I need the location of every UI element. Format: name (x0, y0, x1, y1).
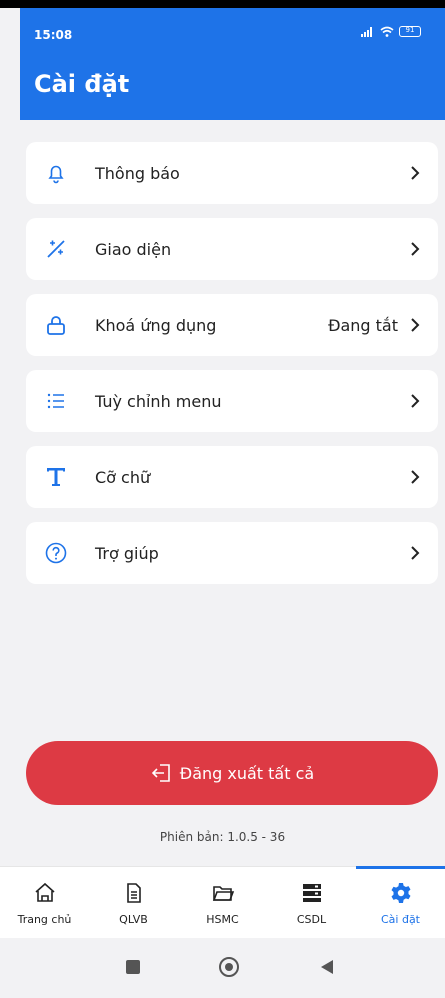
font-size-icon (44, 465, 68, 489)
settings-item-label: Tuỳ chỉnh menu (95, 392, 222, 411)
recents-button[interactable] (126, 960, 140, 974)
database-icon (300, 881, 324, 905)
battery-level: 91 (405, 26, 415, 34)
settings-item-label: Giao diện (95, 240, 172, 259)
document-icon (122, 881, 146, 905)
bell-icon (44, 161, 68, 185)
settings-item-app-lock[interactable]: Khoá ứng dụng Đang tắt (26, 294, 438, 356)
tab-label: Trang chủ (17, 913, 72, 926)
tab-home[interactable]: Trang chủ (0, 867, 89, 939)
wifi-icon (380, 26, 394, 37)
tab-qlvb[interactable]: QLVB (89, 867, 178, 939)
settings-item-label: Thông báo (95, 164, 180, 183)
settings-screen: 15:08 91 Cài đặt Thông báo Giao diện Kho… (0, 0, 445, 998)
tab-label: Cài đặt (380, 913, 420, 926)
settings-item-font-size[interactable]: Cỡ chữ (26, 446, 438, 508)
logout-label: Đăng xuất tất cả (179, 763, 315, 783)
back-button[interactable] (321, 960, 333, 974)
battery-icon: 91 (399, 26, 421, 37)
list-icon (44, 389, 68, 413)
home-nav-dot (225, 963, 233, 971)
settings-item-label: Khoá ứng dụng (95, 316, 217, 335)
tab-hsmc[interactable]: HSMC (178, 867, 267, 939)
version-text: Phiên bản: 1.0.5 - 36 (159, 830, 286, 844)
tab-csdl[interactable]: CSDL (267, 867, 356, 939)
settings-item-label: Trợ giúp (95, 544, 159, 563)
chevron-right-icon (411, 546, 420, 560)
bottom-tab-bar: Trang chủ QLVB HSMC CSDL Cài đặt (0, 866, 445, 938)
settings-item-notifications[interactable]: Thông báo (26, 142, 438, 204)
theme-icon (44, 237, 68, 261)
system-nav-bar (0, 938, 445, 998)
tab-label: HSMC (206, 913, 239, 926)
settings-item-label: Cỡ chữ (95, 468, 151, 487)
logout-icon (151, 764, 170, 782)
page-title: Cài đặt (34, 70, 130, 98)
chevron-right-icon (411, 166, 420, 180)
status-icons: 91 (361, 26, 421, 37)
gear-icon (389, 881, 413, 905)
folder-icon (211, 881, 235, 905)
signal-icon (361, 26, 372, 37)
top-frame (0, 0, 445, 8)
logout-all-button[interactable]: Đăng xuất tất cả (26, 741, 438, 805)
home-nav-button[interactable] (219, 957, 239, 977)
help-icon (44, 541, 68, 565)
chevron-right-icon (411, 470, 420, 484)
chevron-right-icon (411, 242, 420, 256)
chevron-right-icon (411, 394, 420, 408)
settings-item-value: Đang tắt (328, 316, 398, 335)
app-header: 15:08 91 Cài đặt (20, 8, 445, 120)
settings-item-theme[interactable]: Giao diện (26, 218, 438, 280)
tab-label: QLVB (119, 913, 148, 926)
lock-icon (44, 313, 68, 337)
settings-item-custom-menu[interactable]: Tuỳ chỉnh menu (26, 370, 438, 432)
chevron-right-icon (411, 318, 420, 332)
status-time: 15:08 (34, 28, 73, 42)
tab-settings[interactable]: Cài đặt (356, 866, 445, 939)
home-icon (33, 881, 57, 905)
settings-item-help[interactable]: Trợ giúp (26, 522, 438, 584)
tab-label: CSDL (296, 913, 327, 926)
